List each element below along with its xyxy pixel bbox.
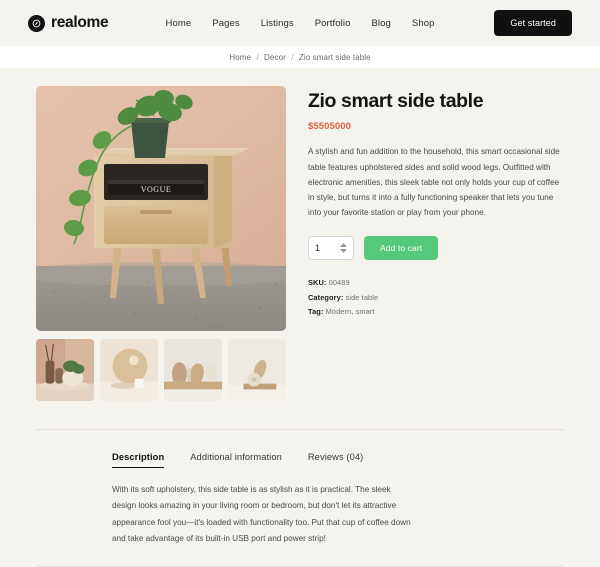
meta-tag: Tag: Modern, smart	[308, 305, 564, 319]
product-layout: VOGUE Zio smart side table $5505000 A st…	[36, 86, 564, 401]
purchase-controls: 1 Add to cart	[308, 236, 564, 261]
breadcrumb: Home / Decor / Zio smart side table	[229, 53, 370, 62]
meta-category-label: Category:	[308, 292, 344, 302]
nav-item-blog[interactable]: Blog	[371, 18, 390, 29]
thumbnail-list	[36, 339, 286, 401]
get-started-button[interactable]: Get started	[494, 10, 572, 36]
nav-item-home[interactable]: Home	[166, 18, 192, 29]
meta-sku-label: SKU:	[308, 278, 327, 288]
add-to-cart-button[interactable]: Add to cart	[364, 236, 439, 261]
product-hero-image[interactable]: VOGUE	[36, 86, 286, 331]
svg-text:VOGUE: VOGUE	[141, 185, 172, 194]
quantity-stepper[interactable]: 1	[308, 236, 354, 261]
nav-item-portfolio[interactable]: Portfolio	[315, 18, 351, 29]
product-section: VOGUE Zio smart side table $5505000 A st…	[0, 68, 600, 401]
tab-reviews[interactable]: Reviews (04)	[308, 452, 363, 468]
compass-circle-icon	[28, 14, 45, 32]
meta-tag-label: Tag:	[308, 307, 324, 317]
meta-category-value[interactable]: side table	[346, 293, 379, 302]
main-nav: Home Pages Listings Portfolio Blog Shop	[166, 18, 435, 29]
logo-text: realome	[51, 14, 109, 31]
product-meta: SKU: 00489 Category: side table Tag: Mod…	[308, 276, 564, 319]
tab-description[interactable]: Description	[112, 452, 165, 468]
quantity-value: 1	[315, 243, 321, 254]
nav-item-shop[interactable]: Shop	[412, 18, 435, 29]
nav-item-pages[interactable]: Pages	[212, 18, 239, 29]
product-details: Zio smart side table $5505000 A stylish …	[308, 86, 564, 401]
tab-additional-information[interactable]: Additional information	[190, 452, 282, 468]
breadcrumb-item-current: Zio smart side table	[298, 52, 371, 62]
thumbnail-1[interactable]	[36, 339, 94, 401]
footer-divider	[36, 565, 564, 567]
meta-sku: SKU: 00489	[308, 276, 564, 290]
thumbnail-4[interactable]	[228, 339, 286, 401]
product-price: $5505000	[308, 121, 352, 133]
thumbnail-2[interactable]	[100, 339, 158, 401]
breadcrumb-separator: /	[256, 52, 259, 62]
breadcrumb-item-decor[interactable]: Decor	[264, 53, 286, 62]
tab-panel-description: With its soft upholstery, this side tabl…	[112, 485, 411, 544]
meta-tag-value[interactable]: Modern, smart	[326, 307, 375, 316]
meta-category: Category: side table	[308, 291, 564, 305]
meta-sku-value: 00489	[328, 278, 350, 288]
breadcrumb-item-home[interactable]: Home	[229, 53, 251, 62]
breadcrumb-separator: /	[291, 52, 294, 62]
product-gallery: VOGUE	[36, 86, 286, 401]
stepper-arrows-icon[interactable]	[340, 243, 347, 254]
product-tabs: Description Additional information Revie…	[0, 430, 600, 468]
product-description: A stylish and fun addition to the househ…	[308, 147, 560, 218]
breadcrumb-bar: Home / Decor / Zio smart side table	[0, 46, 600, 68]
logo[interactable]: realome	[28, 14, 109, 32]
site-header: realome Home Pages Listings Portfolio Bl…	[0, 0, 600, 46]
nav-item-listings[interactable]: Listings	[261, 18, 294, 29]
product-title: Zio smart side table	[308, 90, 484, 112]
thumbnail-3[interactable]	[164, 339, 222, 401]
